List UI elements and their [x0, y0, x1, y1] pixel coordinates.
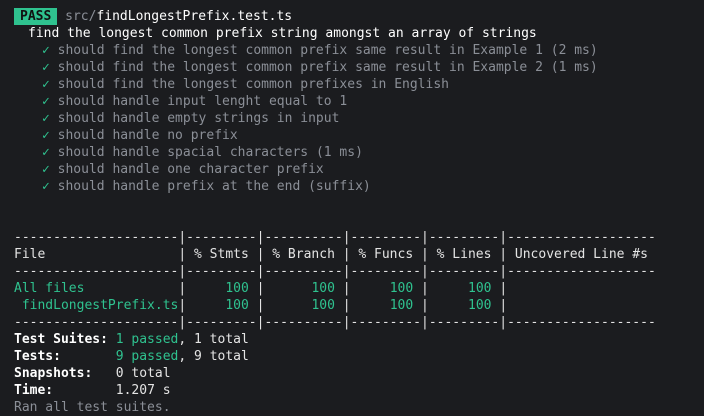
coverage-separator: ---------------------|---------|--------… [14, 230, 656, 245]
coverage-row: findLongestPrefix.ts| 100 | 100 | 100 | … [14, 297, 704, 314]
test-name: should handle empty strings in input [57, 111, 340, 126]
check-icon: ✓ [42, 43, 50, 58]
test-duration: (1 ms) [550, 60, 598, 75]
coverage-cell-lines: 100 [428, 298, 500, 313]
suite-title: find the longest common prefix string am… [28, 26, 537, 41]
summary-time-value: 1.207 s [115, 383, 171, 398]
test-path-file: findLongestPrefix.test.ts [96, 9, 293, 24]
coverage-cell-funcs: 100 [350, 298, 422, 313]
coverage-cell-stmts: 100 [186, 298, 257, 313]
check-icon: ✓ [42, 94, 50, 109]
test-item: ✓ should handle spacial characters (1 ms… [42, 144, 704, 161]
test-duration: (2 ms) [550, 43, 598, 58]
test-item: ✓ should handle no prefix [42, 127, 704, 144]
coverage-separator: ---------------------|---------|--------… [14, 315, 656, 330]
summary-snapshots-value: 0 total [115, 366, 171, 381]
summary-tests-label: Tests: [14, 349, 61, 364]
coverage-cell-lines: 100 [428, 281, 500, 296]
summary-snapshots-label: Snapshots: [14, 366, 93, 381]
coverage-cell-branch: 100 [264, 281, 343, 296]
check-icon: ✓ [42, 145, 50, 160]
coverage-cell-file: All files [14, 281, 179, 296]
check-icon: ✓ [42, 111, 50, 126]
summary-snapshots: Snapshots: 0 total [14, 365, 704, 382]
check-icon: ✓ [42, 162, 50, 177]
test-name: should find the longest common prefixes … [57, 77, 449, 92]
test-item: ✓ should handle one character prefix [42, 161, 704, 178]
test-item: ✓ should handle empty strings in input [42, 110, 704, 127]
summary-suites: Test Suites: 1 passed, 1 total [14, 331, 704, 348]
coverage-header: File | % Stmts | % Branch | % Funcs | % … [14, 247, 648, 262]
coverage-cell-file: findLongestPrefix.ts [14, 298, 179, 313]
pass-badge: PASS [14, 8, 58, 25]
test-name: should find the longest common prefix sa… [57, 60, 543, 75]
test-path-dir: src/ [65, 9, 97, 24]
test-name: should handle input lenght equal to 1 [57, 94, 348, 109]
summary-tests: Tests: 9 passed, 9 total [14, 348, 704, 365]
summary-tests-passed: 9 passed [115, 349, 179, 364]
coverage-cell-uncovered [507, 281, 656, 296]
check-icon: ✓ [42, 60, 50, 75]
coverage-cell-stmts: 100 [186, 281, 257, 296]
summary-suites-passed: 1 passed [115, 332, 179, 347]
coverage-cell-branch: 100 [264, 298, 343, 313]
coverage-row: All files | 100 | 100 | 100 | 100 | [14, 280, 704, 297]
test-item: ✓ should find the longest common prefix … [42, 59, 704, 76]
test-name: should handle prefix at the end (suffix) [57, 179, 371, 194]
test-item: ✓ should handle input lenght equal to 1 [42, 93, 704, 110]
test-file-header: PASS src/findLongestPrefix.test.ts [14, 8, 704, 25]
summary-time-label: Time: [14, 383, 54, 398]
coverage-cell-uncovered [507, 298, 656, 313]
summary-tests-total: , 9 total [178, 349, 249, 364]
check-icon: ✓ [42, 128, 50, 143]
test-item: ✓ should find the longest common prefixe… [42, 76, 704, 93]
check-icon: ✓ [42, 77, 50, 92]
test-list: ✓ should find the longest common prefix … [0, 42, 704, 195]
coverage-separator: ---------------------|---------|--------… [14, 264, 656, 279]
test-item: ✓ should find the longest common prefix … [42, 42, 704, 59]
test-item: ✓ should handle prefix at the end (suffi… [42, 178, 704, 195]
test-duration: (1 ms) [315, 145, 363, 160]
check-icon: ✓ [42, 179, 50, 194]
summary-suites-label: Test Suites: [14, 332, 108, 347]
summary-suites-total: , 1 total [178, 332, 249, 347]
coverage-rows: All files | 100 | 100 | 100 | 100 | find… [0, 280, 704, 314]
summary-time: Time: 1.207 s [14, 382, 704, 399]
test-name: should find the longest common prefix sa… [57, 43, 543, 58]
test-name: should handle no prefix [57, 128, 238, 143]
test-name: should handle spacial characters [57, 145, 309, 160]
test-name: should handle one character prefix [57, 162, 324, 177]
terminal-window: PASS src/findLongestPrefix.test.ts find … [0, 0, 704, 415]
coverage-cell-funcs: 100 [350, 281, 422, 296]
